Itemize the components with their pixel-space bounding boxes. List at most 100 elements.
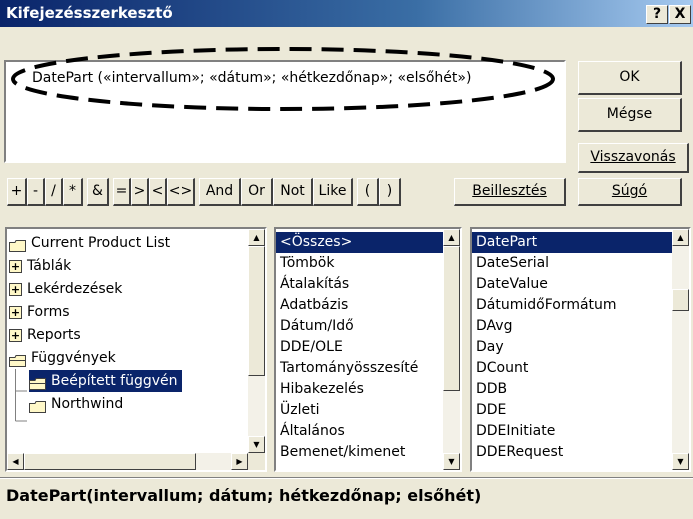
- object-tree[interactable]: Current Product List + Táblák + Lekérdezés…: [5, 227, 267, 472]
- scroll-thumb[interactable]: [248, 246, 265, 376]
- status-divider: [0, 477, 693, 479]
- list-item[interactable]: Dátum/Idő: [276, 316, 443, 337]
- tree-item[interactable]: Függvények: [9, 347, 116, 369]
- tree-item[interactable]: Current Product List: [9, 232, 170, 254]
- list-item[interactable]: DateSerial: [472, 253, 672, 274]
- compare-group: = > < <>: [113, 178, 195, 206]
- op-not-button[interactable]: Not: [273, 178, 313, 206]
- list-item[interactable]: DDE: [472, 400, 672, 421]
- list-item[interactable]: Átalakítás: [276, 274, 443, 295]
- tree-item[interactable]: + Táblák: [9, 255, 71, 277]
- op-like-button[interactable]: Like: [313, 178, 353, 206]
- op-concat-button[interactable]: &: [87, 178, 109, 206]
- list-item[interactable]: DDB: [472, 379, 672, 400]
- list-item[interactable]: DátumidőFormátum: [472, 295, 672, 316]
- undo-button[interactable]: Visszavonás: [578, 143, 689, 173]
- close-button[interactable]: X: [669, 5, 691, 24]
- op-greater-button[interactable]: >: [131, 178, 149, 206]
- tree-hscroll[interactable]: ◀ ▶: [7, 453, 248, 470]
- op-lparen-button[interactable]: (: [357, 178, 379, 206]
- op-plus-button[interactable]: +: [7, 178, 27, 206]
- tree-item[interactable]: + Lekérdezések: [9, 278, 122, 300]
- folder-icon: [9, 237, 26, 252]
- expand-icon: +: [9, 328, 22, 342]
- paste-label: Beillesztés: [472, 183, 547, 199]
- scroll-up-icon[interactable]: ▲: [248, 229, 265, 246]
- window-title: Kifejezésszerkesztő: [6, 4, 173, 22]
- concat-group: &: [87, 178, 109, 206]
- function-items: DatePart DateSerial DateValue DátumidőFo…: [472, 232, 672, 463]
- op-multiply-button[interactable]: *: [63, 178, 83, 206]
- scroll-up-icon[interactable]: ▲: [672, 229, 689, 246]
- list-item[interactable]: DatePart: [472, 232, 672, 253]
- tree-item-label: Táblák: [27, 258, 72, 274]
- tree-item[interactable]: + Reports: [9, 324, 81, 346]
- tree-item[interactable]: Northwind: [29, 393, 123, 415]
- scroll-down-icon[interactable]: ▼: [443, 453, 460, 470]
- tree-item-label: Reports: [27, 327, 81, 343]
- arith-group: + - / *: [7, 178, 83, 206]
- category-vscroll[interactable]: ▲ ▼: [443, 229, 460, 470]
- scroll-thumb[interactable]: [443, 246, 460, 391]
- tree-vscroll[interactable]: ▲ ▼: [248, 229, 265, 453]
- tree-item-label: Northwind: [51, 396, 124, 412]
- op-and-button[interactable]: And: [199, 178, 241, 206]
- cancel-button[interactable]: Mégse: [578, 98, 682, 132]
- help-title-button[interactable]: ?: [646, 5, 668, 24]
- tree-item-selected[interactable]: Beépített függvén: [29, 370, 182, 392]
- list-item[interactable]: Általános: [276, 421, 443, 442]
- help-label: Súgó: [611, 183, 648, 199]
- list-item[interactable]: DDERequest: [472, 442, 672, 463]
- expand-icon: +: [9, 282, 22, 296]
- open-folder-icon: [9, 352, 26, 367]
- op-divide-button[interactable]: /: [45, 178, 63, 206]
- scroll-left-icon[interactable]: ◀: [7, 453, 24, 470]
- scroll-thumb[interactable]: [672, 289, 689, 311]
- list-item[interactable]: Day: [472, 337, 672, 358]
- expand-icon: +: [9, 305, 22, 319]
- tree-item[interactable]: + Forms: [9, 301, 70, 323]
- list-item[interactable]: Üzleti: [276, 400, 443, 421]
- op-or-button[interactable]: Or: [241, 178, 273, 206]
- scroll-down-icon[interactable]: ▼: [672, 453, 689, 470]
- function-signature: DatePart(intervallum; dátum; hétkezdőnap…: [6, 486, 482, 505]
- list-item[interactable]: Hibakezelés: [276, 379, 443, 400]
- title-bar: Kifejezésszerkesztő ? X: [0, 0, 693, 27]
- category-items: <Összes> Tömbök Átalakítás Adatbázis Dát…: [276, 232, 443, 463]
- annotation-ellipse: [11, 47, 555, 111]
- op-equal-button[interactable]: =: [113, 178, 131, 206]
- list-item[interactable]: DateValue: [472, 274, 672, 295]
- scroll-up-icon[interactable]: ▲: [443, 229, 460, 246]
- list-item[interactable]: Bemenet/kimenet: [276, 442, 443, 463]
- op-minus-button[interactable]: -: [27, 178, 45, 206]
- list-item[interactable]: DDE/OLE: [276, 337, 443, 358]
- operator-bar: + - / * & = > < <> And Or Not Like ( ): [7, 178, 405, 206]
- list-item[interactable]: DDEInitiate: [472, 421, 672, 442]
- function-list[interactable]: DatePart DateSerial DateValue DátumidőFo…: [470, 227, 691, 472]
- paren-group: ( ): [357, 178, 401, 206]
- help-button[interactable]: Súgó: [578, 178, 682, 206]
- tree-item-label: Forms: [27, 304, 70, 320]
- list-item[interactable]: Tömbök: [276, 253, 443, 274]
- tree-item-label: Current Product List: [31, 235, 171, 251]
- list-item[interactable]: <Összes>: [276, 232, 443, 253]
- list-item[interactable]: DCount: [472, 358, 672, 379]
- scroll-right-icon[interactable]: ▶: [231, 453, 248, 470]
- op-notequal-button[interactable]: <>: [167, 178, 195, 206]
- list-item[interactable]: DAvg: [472, 316, 672, 337]
- op-rparen-button[interactable]: ): [379, 178, 401, 206]
- scroll-corner: [248, 453, 265, 470]
- list-item[interactable]: Tartományösszesíté: [276, 358, 443, 379]
- paste-button[interactable]: Beillesztés: [454, 178, 566, 206]
- hscroll-thumb[interactable]: [24, 453, 196, 470]
- tree-item-label: Függvények: [31, 350, 116, 366]
- open-folder-icon: [29, 375, 46, 390]
- op-less-button[interactable]: <: [149, 178, 167, 206]
- category-list[interactable]: <Összes> Tömbök Átalakítás Adatbázis Dát…: [274, 227, 462, 472]
- folder-icon: [29, 398, 46, 413]
- function-vscroll[interactable]: ▲ ▼: [672, 229, 689, 470]
- ok-button[interactable]: OK: [578, 61, 682, 95]
- list-item[interactable]: Adatbázis: [276, 295, 443, 316]
- logic-group: And Or Not Like: [199, 178, 353, 206]
- scroll-down-icon[interactable]: ▼: [248, 436, 265, 453]
